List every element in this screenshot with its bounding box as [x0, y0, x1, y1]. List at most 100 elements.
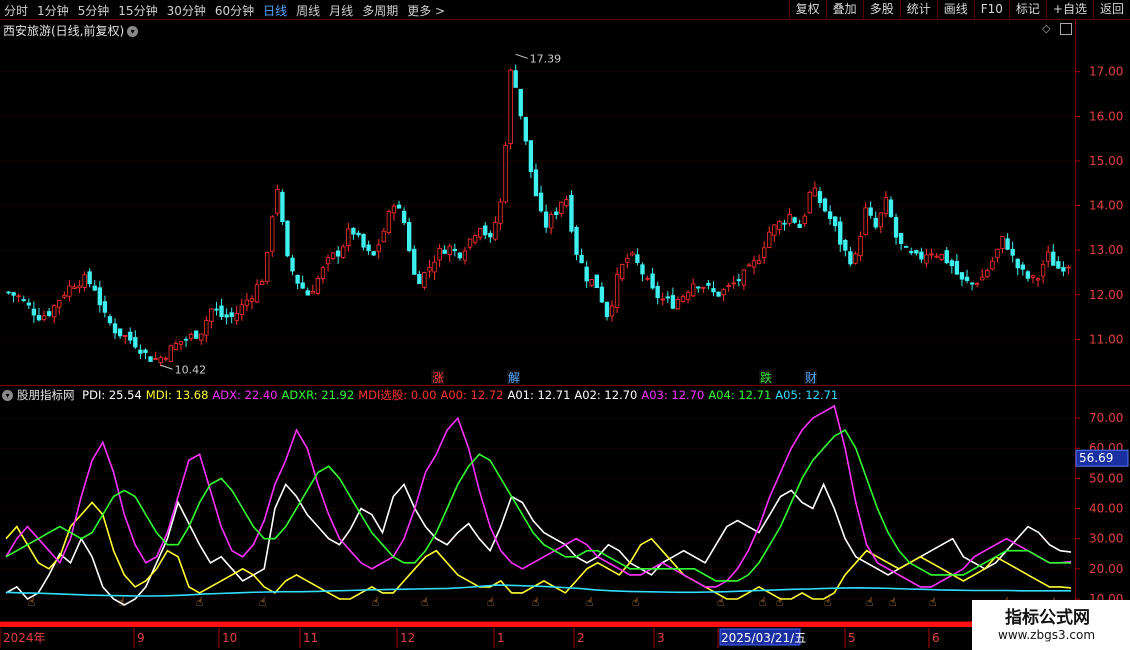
candle-body: [513, 70, 518, 88]
candle-body: [655, 285, 660, 299]
hand-signal-icon: ☝: [717, 595, 724, 609]
candle-body: [295, 274, 300, 284]
candle-body: [772, 224, 777, 236]
candle-body: [31, 308, 37, 316]
candle-body: [305, 290, 310, 296]
candle-body: [46, 311, 52, 316]
candle-body: [969, 282, 975, 285]
event-marker-2: 跌: [760, 370, 772, 385]
candle-body: [432, 261, 437, 273]
indicator-line-mdi: [5, 501, 1072, 600]
chevron-down-icon[interactable]: ▾: [2, 390, 13, 401]
candle-body: [518, 88, 523, 117]
candle-body: [827, 211, 833, 219]
candle-body: [346, 228, 351, 247]
hand-signal-icon: ☝: [759, 595, 766, 609]
candle-body: [67, 285, 72, 297]
candle-body: [199, 333, 204, 341]
candle-body: [985, 269, 990, 278]
date-label-5: 1: [497, 631, 505, 645]
candle-body: [990, 260, 995, 270]
candle-body: [833, 216, 838, 227]
candle-body: [746, 264, 752, 267]
candle-body: [919, 251, 924, 260]
hand-signal-icon: ☝: [372, 595, 379, 609]
candle-body: [422, 272, 427, 288]
candle-body: [173, 343, 179, 350]
candle-body: [1000, 236, 1005, 249]
candle-body: [817, 191, 823, 204]
hand-signal-icon: ☝: [532, 595, 539, 609]
candle-body: [325, 257, 331, 265]
candle-body: [204, 320, 209, 336]
candle-body: [57, 300, 62, 308]
candle-body: [635, 254, 640, 263]
candle-body: [249, 298, 255, 302]
hand-signal-icon: ☝: [487, 595, 494, 609]
candle-body: [168, 345, 173, 362]
hand-signal-icon: ☝: [866, 595, 873, 609]
candle-body: [493, 222, 498, 240]
candle-body: [26, 302, 31, 306]
candle-body: [523, 117, 528, 142]
candle-body: [538, 192, 544, 212]
candle-body: [21, 299, 26, 301]
candle-body: [853, 253, 858, 264]
date-label-0: 2024年: [3, 631, 46, 645]
hand-signal-icon: ☝: [421, 595, 428, 609]
candle-body: [680, 295, 686, 302]
indicator-value-4: MDI选股: 0.00: [358, 388, 437, 402]
candle-body: [412, 248, 417, 275]
candle-body: [300, 282, 305, 289]
candle-body: [391, 205, 397, 214]
event-marker-1: 解: [508, 371, 520, 385]
candle-body: [584, 266, 589, 282]
indicator-value-3: ADXR: 21.92: [281, 388, 355, 402]
date-label-1: 9: [137, 631, 145, 645]
candle-body: [1046, 251, 1051, 262]
candle-body: [386, 211, 392, 234]
date-label-10: 6: [932, 631, 940, 645]
candle-body: [964, 276, 970, 281]
candle-body: [381, 230, 386, 243]
candle-body: [736, 279, 741, 282]
candle-body: [868, 207, 873, 216]
price-tick-label: 16.00: [1089, 109, 1123, 123]
candle-body: [123, 335, 128, 337]
candle-body: [508, 69, 513, 145]
candle-body: [1056, 261, 1061, 269]
indicator-line-adxr: [5, 429, 1072, 582]
candle-body: [706, 282, 711, 286]
candle-body: [914, 250, 919, 254]
candle-body: [701, 286, 706, 289]
candle-body: [604, 301, 610, 317]
date-label-8: 2025/03/21/五: [721, 631, 806, 645]
candle-body: [843, 239, 848, 251]
date-label-6: 2: [577, 631, 585, 645]
candle-body: [472, 235, 478, 243]
candle-body: [467, 238, 473, 248]
hand-signal-icon: ☝: [118, 595, 125, 609]
candle-body: [554, 211, 559, 216]
candle-body: [92, 285, 97, 291]
candle-body: [209, 308, 214, 322]
candle-body: [924, 254, 929, 264]
candle-body: [726, 285, 731, 287]
candle-body: [366, 244, 371, 251]
date-label-4: 12: [400, 631, 415, 645]
candle-body: [52, 305, 57, 318]
candle-body: [838, 221, 843, 245]
candle-body: [893, 217, 899, 238]
candle-body: [731, 282, 736, 285]
candle-body: [376, 244, 381, 252]
candle-body: [371, 251, 376, 256]
candle-body: [721, 289, 726, 296]
hand-signal-icon: ☝: [586, 595, 593, 609]
candle-body: [756, 260, 762, 264]
candle-body: [716, 291, 721, 297]
chart-canvas[interactable]: 17.00 16.00 15.00 14.00 13.00 12.00 11.00 70.00…: [0, 0, 1130, 650]
date-label-3: 11: [303, 631, 318, 645]
candle-body: [1040, 264, 1046, 277]
candle-body: [762, 247, 767, 259]
candle-body: [503, 144, 508, 203]
